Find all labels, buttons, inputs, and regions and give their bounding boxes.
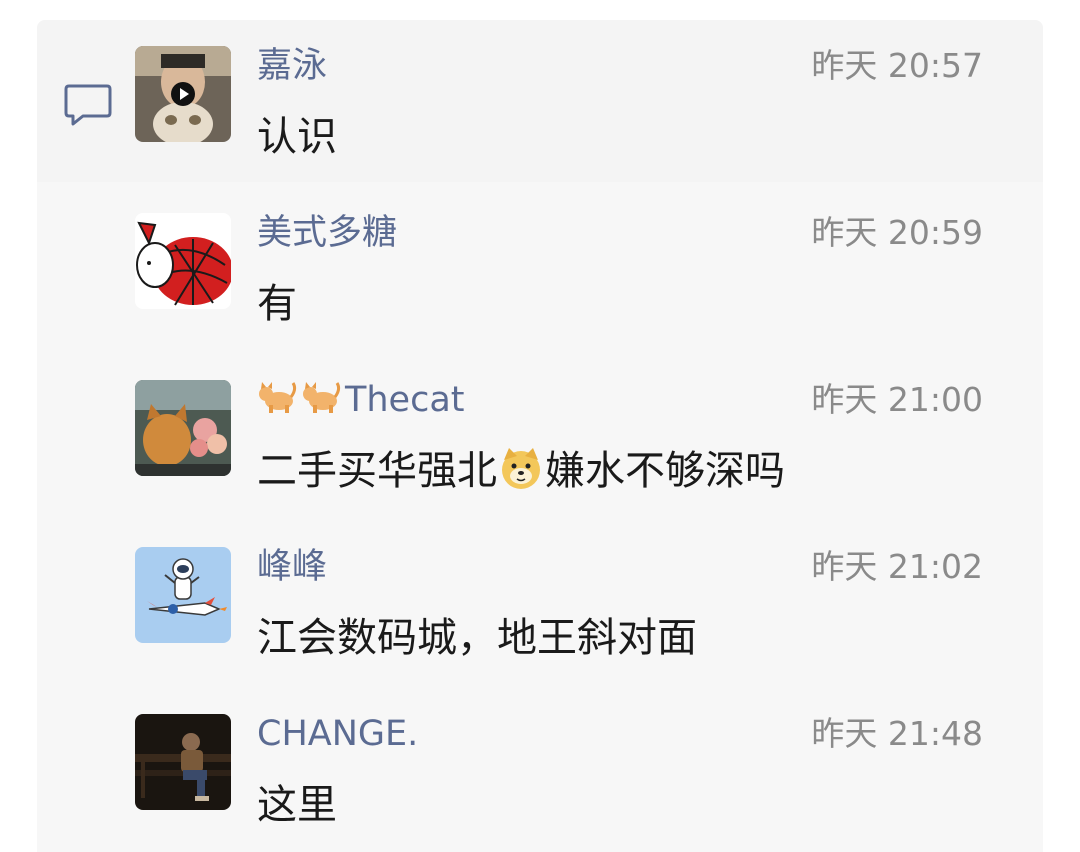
doge-emoji-icon [502,448,540,489]
avatar[interactable] [135,714,231,810]
comment-text: 这里 [257,782,337,828]
comment-time: 昨天 20:59 [811,213,983,252]
comment-text-part: 嫌水不够深吗 [545,448,785,494]
commenter-name[interactable]: 美式多糖 [257,211,397,255]
comment-item[interactable]: 嘉泳 昨天 20:57 认识 [37,20,1043,170]
commenter-name[interactable]: 峰峰 [257,545,327,589]
comment-time: 昨天 21:02 [811,547,983,586]
comment-item[interactable]: CHANGE. 昨天 21:48 这里 [37,688,1043,838]
commenter-name[interactable]: CHANGE. [257,712,418,756]
avatar[interactable] [135,380,231,476]
comment-text: 有 [257,281,297,327]
commenter-name[interactable]: 嘉泳 [257,44,327,88]
comment-text: 二手买华强北 嫌水不够深吗 [257,446,785,496]
comment-text-part: 二手买华强北 [257,448,497,494]
cat-emoji-icon [303,382,341,413]
comments-panel: 嘉泳 昨天 20:57 认识 美式多糖 昨天 20:59 有 Thecat 昨天… [37,20,1043,852]
comment-time: 昨天 21:00 [811,380,983,419]
avatar[interactable] [135,46,231,142]
commenter-name[interactable]: Thecat [257,378,465,422]
comment-text: 认识 [257,114,337,160]
comment-text: 江会数码城，地王斜对面 [257,615,697,661]
avatar[interactable] [135,547,231,643]
comment-item[interactable]: 美式多糖 昨天 20:59 有 [37,187,1043,337]
comment-item[interactable]: Thecat 昨天 21:00 二手买华强北 嫌水不够深吗 [37,354,1043,504]
cat-emoji-icon [259,382,297,413]
comment-time: 昨天 20:57 [811,46,983,85]
commenter-name-text: Thecat [345,380,465,420]
comment-item[interactable]: 峰峰 昨天 21:02 江会数码城，地王斜对面 [37,521,1043,671]
comment-time: 昨天 21:48 [811,714,983,753]
avatar[interactable] [135,213,231,309]
